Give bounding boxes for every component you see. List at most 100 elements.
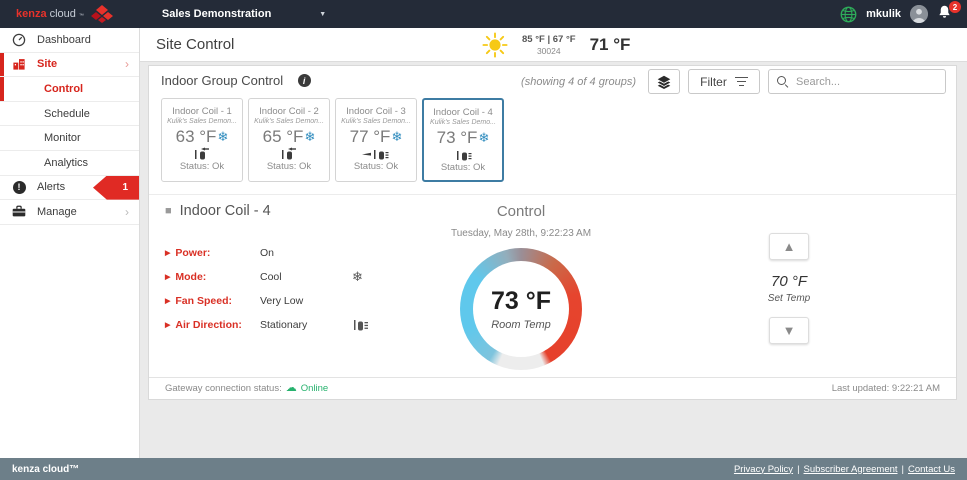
card-footer: Gateway connection status: ☁ Online Last…	[149, 377, 956, 399]
brand-diamond-icon	[90, 5, 114, 23]
layers-button[interactable]	[648, 69, 680, 94]
sun-icon	[482, 32, 508, 58]
snowflake-icon: ❄	[217, 129, 228, 145]
coil-subtitle: Kulik's Sales Demon...	[249, 118, 329, 125]
coil-subtitle: Kulik's Sales Demon...	[162, 118, 242, 125]
control-datetime: Tuesday, May 28th, 9:22:23 AM	[371, 228, 671, 239]
square-bullet-icon: ■	[165, 205, 172, 217]
group-control-header: Indoor Group Control i (showing 4 of 4 g…	[149, 66, 956, 96]
coil-status: Status: Ok	[424, 162, 502, 173]
set-temp-value: 70 °F	[771, 273, 807, 290]
coil-temp: 63 °F	[176, 127, 217, 147]
filter-button-label: Filter	[700, 75, 727, 89]
brand-trademark: ™	[79, 13, 84, 19]
search-icon	[777, 76, 788, 87]
prop-label-text: Air Direction:	[175, 319, 242, 331]
search-box	[768, 69, 946, 94]
gateway-status-label: Gateway connection status:	[165, 378, 282, 399]
coil-card-1[interactable]: Indoor Coil - 1 Kulik's Sales Demon... 6…	[161, 98, 243, 182]
chevron-down-icon: ▼	[319, 11, 326, 18]
sidebar-item-label: Analytics	[44, 157, 88, 169]
site-control-card: Indoor Group Control i (showing 4 of 4 g…	[148, 65, 957, 400]
coil-properties: ▶Power: On ▶Mode: Cool ❄ ▶Fan Speed: Ver…	[165, 241, 370, 337]
sidebar-item-control[interactable]: Control	[0, 77, 139, 102]
airflow-fan-icons	[336, 147, 416, 160]
triangle-right-icon: ▶	[165, 297, 170, 305]
last-updated: Last updated: 9:22:21 AM	[832, 378, 940, 399]
filter-button[interactable]: Filter	[688, 69, 760, 94]
info-icon[interactable]: i	[298, 74, 311, 87]
triangle-down-icon: ▼	[783, 323, 796, 338]
brand-cloud: cloud	[50, 8, 76, 20]
chevron-right-icon: ›	[125, 57, 129, 71]
avatar[interactable]	[910, 5, 928, 23]
prop-label-text: Mode:	[175, 271, 206, 283]
set-temp-label: Set Temp	[768, 293, 810, 304]
sidebar-item-site[interactable]: Site ›	[0, 53, 139, 78]
coil-name: Indoor Coil - 1	[162, 106, 242, 117]
coil-temp: 73 °F	[437, 128, 478, 148]
contact-us-link[interactable]: Contact Us	[908, 464, 955, 475]
snowflake-icon: ❄	[352, 269, 363, 285]
search-input[interactable]	[796, 76, 926, 88]
coil-card-4-selected[interactable]: Indoor Coil - 4 Kulik's Sales Demo... 73…	[422, 98, 504, 182]
site-selector-dropdown[interactable]: Sales Demonstration ▼	[162, 8, 326, 20]
coil-name: Indoor Coil - 3	[336, 106, 416, 117]
sidebar-item-schedule[interactable]: Schedule	[0, 102, 139, 127]
prop-mode: ▶ Mode: Cool ❄	[165, 265, 370, 289]
bottom-bar: kenza cloud™ Privacy Policy | Subscriber…	[0, 458, 967, 480]
chevron-right-icon: ›	[125, 205, 129, 219]
page-title: Site Control	[156, 28, 234, 62]
coil-temp: 65 °F	[263, 127, 304, 147]
sidebar-item-dashboard[interactable]: Dashboard	[0, 28, 139, 53]
username: mkulik	[866, 8, 901, 20]
sidebar-item-label: Manage	[37, 206, 77, 218]
airflow-fan-icons	[162, 147, 242, 160]
prop-value: Stationary	[260, 319, 352, 331]
sidebar-item-label: Monitor	[44, 132, 81, 144]
sidebar-item-manage[interactable]: Manage ›	[0, 200, 139, 225]
decrease-set-temp-button[interactable]: ▼	[769, 317, 809, 344]
set-temp-column: ▲ 70 °F Set Temp ▼	[741, 233, 837, 344]
weather-widget: 85 °F | 67 °F 30024 71 °F	[482, 28, 630, 62]
snowflake-icon: ❄	[304, 129, 315, 145]
notifications-bell[interactable]: 2	[937, 4, 957, 24]
coil-subtitle: Kulik's Sales Demon...	[336, 118, 416, 125]
alert-icon: !	[13, 181, 26, 194]
top-bar: kenza cloud ™ Sales Demonstration ▼ mkul…	[0, 0, 967, 28]
triangle-up-icon: ▲	[783, 239, 796, 254]
coil-card-3[interactable]: Indoor Coil - 3 Kulik's Sales Demon... 7…	[335, 98, 417, 182]
room-temp-gauge: 73 °F Room Temp	[460, 248, 582, 370]
snowflake-icon: ❄	[391, 129, 402, 145]
coil-status: Status: Ok	[249, 161, 329, 172]
increase-set-temp-button[interactable]: ▲	[769, 233, 809, 260]
triangle-right-icon: ▶	[165, 273, 170, 281]
dashboard-gauge-icon	[11, 33, 27, 47]
prop-value: On	[260, 247, 352, 259]
coil-status: Status: Ok	[336, 161, 416, 172]
coil-temp: 77 °F	[350, 127, 391, 147]
alerts-count-badge: 1	[93, 176, 139, 200]
detail-title: ■ Indoor Coil - 4	[165, 203, 271, 219]
coil-card-2[interactable]: Indoor Coil - 2 Kulik's Sales Demon... 6…	[248, 98, 330, 182]
weather-current-temp: 71 °F	[590, 35, 631, 55]
weather-hi-lo: 85 °F | 67 °F 30024	[522, 34, 576, 56]
coil-subtitle: Kulik's Sales Demo...	[424, 119, 502, 126]
sidebar-item-monitor[interactable]: Monitor	[0, 126, 139, 151]
airflow-fan-icons	[424, 148, 502, 161]
gateway-status-value: Online	[301, 378, 328, 399]
filter-icon	[735, 77, 748, 87]
subscriber-agreement-link[interactable]: Subscriber Agreement	[804, 464, 898, 475]
sidebar-item-analytics[interactable]: Analytics	[0, 151, 139, 176]
prop-value: Cool	[260, 271, 352, 283]
globe-icon[interactable]	[840, 6, 857, 23]
privacy-policy-link[interactable]: Privacy Policy	[734, 464, 793, 475]
indoor-group-cards: Indoor Coil - 1 Kulik's Sales Demon... 6…	[149, 98, 956, 182]
cloud-icon: ☁	[286, 378, 297, 399]
brand-kenza: kenza	[16, 8, 47, 20]
prop-label-text: Fan Speed:	[175, 295, 232, 307]
sidebar-item-alerts[interactable]: ! Alerts 1	[0, 176, 139, 201]
coil-status: Status: Ok	[162, 161, 242, 172]
sidebar-item-label: Alerts	[37, 181, 65, 193]
site-building-icon	[11, 57, 27, 71]
